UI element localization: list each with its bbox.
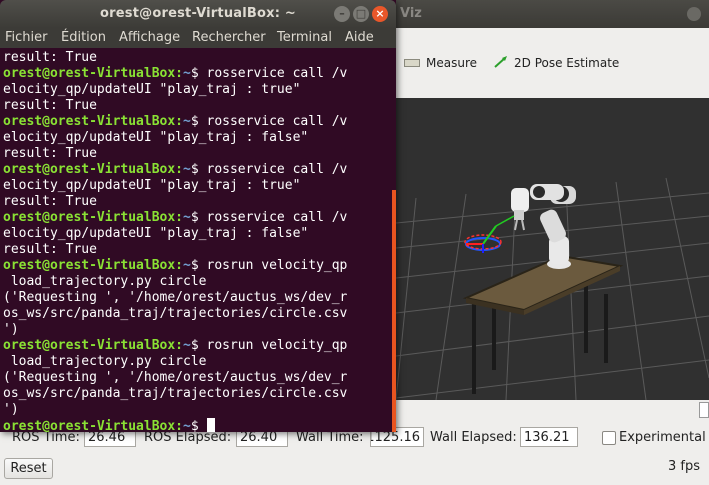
prompt-user-host: orest@orest-VirtualBox: <box>3 258 184 273</box>
terminal-lines: result: True orest@orest-VirtualBox:~$ ro… <box>3 50 347 432</box>
3d-viewport[interactable] <box>396 98 709 400</box>
prompt-user-host: orest@orest-VirtualBox: <box>3 338 184 353</box>
prompt-user-host: orest@orest-VirtualBox: <box>3 114 184 129</box>
terminal-output-line: os_ws/src/panda_traj/trajectories/circle… <box>3 386 347 402</box>
menu-terminal[interactable]: Terminal <box>277 30 332 45</box>
ros-time-label: ROS Time: <box>12 430 80 445</box>
prompt-path: ~ <box>183 338 191 353</box>
line-text: elocity_qp/updateUI "play_traj : true" <box>3 178 301 193</box>
prompt-path: ~ <box>183 114 191 129</box>
maximize-button[interactable]: □ <box>353 6 369 22</box>
line-text: ') <box>3 402 19 417</box>
wall-time-label: Wall Time: <box>296 430 364 445</box>
panel-toggle[interactable] <box>699 402 709 418</box>
terminal-output-line: load_trajectory.py circle <box>3 274 347 290</box>
line-text: os_ws/src/panda_traj/trajectories/circle… <box>3 306 348 321</box>
terminal-output-line: elocity_qp/updateUI "play_traj : false" <box>3 130 347 146</box>
terminal-window[interactable]: orest@orest-VirtualBox: ~ – □ × Fichier … <box>0 0 396 432</box>
prompt-path: ~ <box>183 66 191 81</box>
rviz-title: Viz <box>400 6 422 21</box>
line-text: result: True <box>3 98 97 113</box>
terminal-output-line: elocity_qp/updateUI "play_traj : true" <box>3 178 347 194</box>
terminal-output-line: result: True <box>3 50 347 66</box>
menu-rechercher[interactable]: Rechercher <box>192 30 266 45</box>
wall-elapsed-field[interactable]: 136.21 <box>520 427 578 447</box>
ros-elapsed-label: ROS Elapsed: <box>144 430 232 445</box>
terminal-prompt-line: orest@orest-VirtualBox:~$ rosrun velocit… <box>3 338 347 354</box>
terminal-titlebar[interactable]: orest@orest-VirtualBox: ~ – □ × <box>0 0 396 28</box>
prompt-user-host: orest@orest-VirtualBox: <box>3 162 184 177</box>
terminal-scrollbar-thumb[interactable] <box>392 190 396 432</box>
line-text: $ <box>190 419 207 432</box>
scene-render <box>396 98 709 400</box>
terminal-prompt-line: orest@orest-VirtualBox:~$ rosservice cal… <box>3 66 347 82</box>
line-text: load_trajectory.py circle <box>3 354 207 369</box>
line-text: $ rosservice call /v <box>190 114 348 129</box>
ruler-icon <box>404 59 420 67</box>
line-text: ') <box>3 322 19 337</box>
terminal-menubar: Fichier Édition Affichage Rechercher Ter… <box>0 28 396 48</box>
prompt-path: ~ <box>183 210 191 225</box>
terminal-output-line: ') <box>3 402 347 418</box>
line-text: ('Requesting ', '/home/orest/auctus_ws/d… <box>3 370 348 385</box>
measure-tool-button[interactable]: Measure <box>404 54 477 72</box>
menu-fichier[interactable]: Fichier <box>5 30 48 45</box>
line-text: elocity_qp/updateUI "play_traj : false" <box>3 226 309 241</box>
prompt-user-host: orest@orest-VirtualBox: <box>3 210 184 225</box>
terminal-prompt-line: orest@orest-VirtualBox:~$ rosservice cal… <box>3 114 347 130</box>
prompt-user-host: orest@orest-VirtualBox: <box>3 419 184 432</box>
prompt-path: ~ <box>183 258 191 273</box>
prompt-path: ~ <box>183 162 191 177</box>
menu-edition[interactable]: Édition <box>61 30 106 45</box>
terminal-output-line: result: True <box>3 98 347 114</box>
terminal-output-line: ('Requesting ', '/home/orest/auctus_ws/d… <box>3 290 347 306</box>
terminal-output-line: elocity_qp/updateUI "play_traj : true" <box>3 82 347 98</box>
terminal-output-line: result: True <box>3 242 347 258</box>
terminal-output-line: elocity_qp/updateUI "play_traj : false" <box>3 226 347 242</box>
rviz-window-control[interactable] <box>687 7 701 21</box>
fps-readout: 3 fps <box>667 459 700 474</box>
terminal-output-line: result: True <box>3 194 347 210</box>
prompt-path: ~ <box>183 419 191 432</box>
line-text: load_trajectory.py circle <box>3 274 207 289</box>
experimental-checkbox[interactable] <box>602 431 616 445</box>
terminal-prompt-line: orest@orest-VirtualBox:~$ rosservice cal… <box>3 210 347 226</box>
pose-estimate-label: 2D Pose Estimate <box>514 56 620 70</box>
line-text: result: True <box>3 194 97 209</box>
line-text: elocity_qp/updateUI "play_traj : false" <box>3 130 309 145</box>
experimental-label: Experimental <box>619 430 706 445</box>
terminal-output-line: ') <box>3 322 347 338</box>
terminal-output-line: load_trajectory.py circle <box>3 354 347 370</box>
terminal-output-line: result: True <box>3 146 347 162</box>
measure-label: Measure <box>426 56 477 70</box>
wall-elapsed-label: Wall Elapsed: <box>430 430 517 445</box>
viewport-bottom-strip <box>396 400 709 420</box>
terminal-prompt-line: orest@orest-VirtualBox:~$ rosrun velocit… <box>3 258 347 274</box>
terminal-prompt-line: orest@orest-VirtualBox:~$ rosservice cal… <box>3 162 347 178</box>
minimize-button[interactable]: – <box>334 6 350 22</box>
line-text: $ rosrun velocity_qp <box>190 338 348 353</box>
line-text: $ rosservice call /v <box>190 162 348 177</box>
prompt-user-host: orest@orest-VirtualBox: <box>3 66 184 81</box>
terminal-output-line: ('Requesting ', '/home/orest/auctus_ws/d… <box>3 370 347 386</box>
line-text: result: True <box>3 146 97 161</box>
line-text: result: True <box>3 242 97 257</box>
green-arrow-icon <box>494 55 508 71</box>
line-text: $ rosservice call /v <box>190 210 348 225</box>
terminal-prompt-line: orest@orest-VirtualBox:~$ <box>3 418 347 432</box>
close-button[interactable]: × <box>372 6 388 22</box>
menu-affichage[interactable]: Affichage <box>119 30 180 45</box>
line-text: os_ws/src/panda_traj/trajectories/circle… <box>3 386 348 401</box>
line-text: ('Requesting ', '/home/orest/auctus_ws/d… <box>3 290 348 305</box>
pose-estimate-tool-button[interactable]: 2D Pose Estimate <box>494 54 619 72</box>
menu-aide[interactable]: Aide <box>345 30 374 45</box>
reset-button[interactable]: Reset <box>4 458 53 479</box>
text-cursor <box>206 418 215 432</box>
line-text: $ rosservice call /v <box>190 66 348 81</box>
terminal-output[interactable]: result: True orest@orest-VirtualBox:~$ ro… <box>0 48 390 432</box>
line-text: $ rosrun velocity_qp <box>190 258 348 273</box>
line-text: elocity_qp/updateUI "play_traj : true" <box>3 82 301 97</box>
line-text: result: True <box>3 50 97 65</box>
terminal-output-line: os_ws/src/panda_traj/trajectories/circle… <box>3 306 347 322</box>
